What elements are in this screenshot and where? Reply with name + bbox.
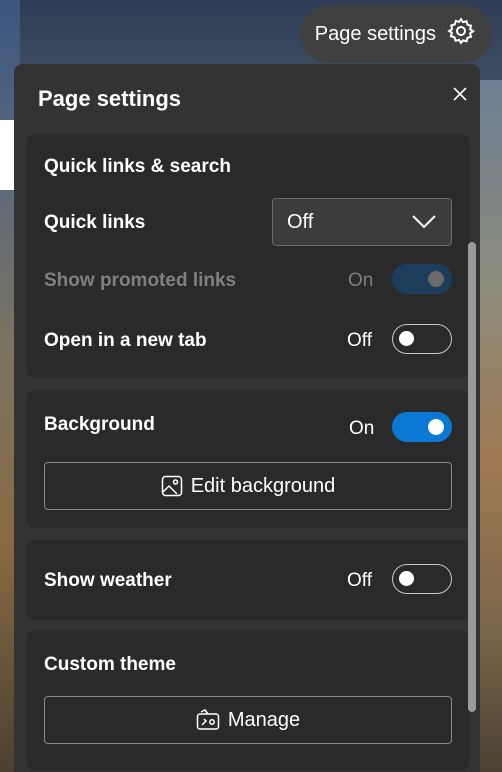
open-new-tab-state: Off xyxy=(347,330,372,351)
page-settings-button-label: Page settings xyxy=(314,22,436,45)
edit-background-button[interactable]: Edit background xyxy=(44,462,452,510)
show-weather-toggle[interactable] xyxy=(392,564,452,594)
open-new-tab-label: Open in a new tab xyxy=(44,330,207,351)
background-page-fragment xyxy=(0,120,14,190)
background-image-right xyxy=(480,80,502,772)
quick-links-card: Quick links & search Quick links Off Sho… xyxy=(26,134,470,378)
weather-card: Show weather Off xyxy=(26,540,470,620)
image-icon xyxy=(161,475,182,497)
manage-theme-button[interactable]: Manage xyxy=(44,696,452,744)
edit-background-label: Edit background xyxy=(190,474,336,497)
theme-icon xyxy=(196,709,220,730)
gear-icon xyxy=(446,16,476,52)
quick-links-select[interactable]: Off xyxy=(272,198,452,246)
close-button[interactable] xyxy=(450,84,470,104)
custom-theme-card: Custom theme Manage xyxy=(26,630,470,770)
custom-theme-title: Custom theme xyxy=(44,654,176,675)
quick-links-label: Quick links xyxy=(44,212,146,233)
chevron-down-icon xyxy=(412,215,436,229)
panel-scrollbar[interactable] xyxy=(468,242,476,712)
show-weather-state: Off xyxy=(347,570,372,591)
close-icon xyxy=(453,87,467,101)
quick-links-card-title: Quick links & search xyxy=(44,156,231,177)
show-weather-label: Show weather xyxy=(44,570,172,591)
panel-title: Page settings xyxy=(38,86,182,111)
background-toggle[interactable] xyxy=(392,412,452,442)
quick-links-select-value: Off xyxy=(287,210,314,233)
show-promoted-links-toggle[interactable] xyxy=(392,264,452,294)
manage-theme-label: Manage xyxy=(227,708,301,731)
background-card: Background On Edit background xyxy=(26,390,470,528)
show-promoted-links-state: On xyxy=(348,270,374,291)
show-promoted-links-label: Show promoted links xyxy=(44,270,237,291)
open-new-tab-toggle[interactable] xyxy=(392,324,452,354)
background-state: On xyxy=(349,418,375,439)
background-label: Background xyxy=(44,414,155,435)
scrollbar-thumb[interactable] xyxy=(468,242,476,712)
page-settings-panel: Page settings Quick links & search Quick… xyxy=(14,64,480,772)
page-settings-button[interactable]: Page settings xyxy=(300,5,492,63)
